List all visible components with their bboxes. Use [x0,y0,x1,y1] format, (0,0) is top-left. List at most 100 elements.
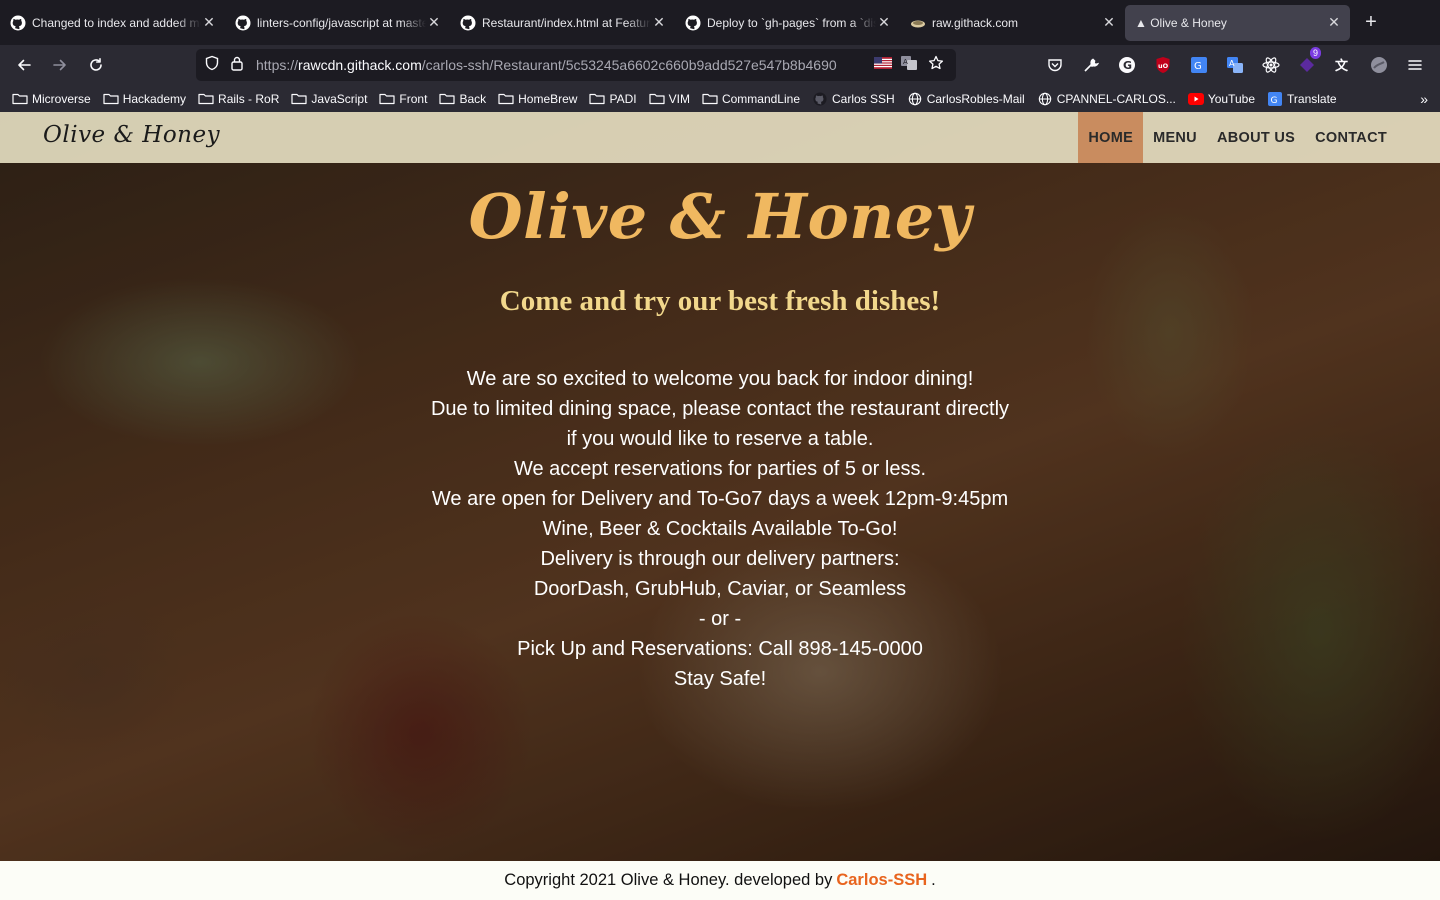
close-icon[interactable]: ✕ [876,14,892,31]
url-path: /carlos-ssh/Restaurant/5c53245a6602c660b… [421,57,837,73]
chevron-double-right-icon[interactable]: » [1420,91,1428,107]
svg-text:文: 文 [1335,58,1349,74]
star-icon[interactable] [928,55,944,76]
bookmark-folder[interactable]: Front [379,92,427,106]
folder-icon [439,92,456,106]
bookmark-folder[interactable]: Microverse [12,92,91,106]
close-icon[interactable]: ✕ [1101,14,1117,31]
author-link[interactable]: Carlos-SSH [836,871,927,890]
translator-icon[interactable]: A [1220,53,1250,77]
hero-content: Olive & Honey Come and try our best fres… [0,163,1440,694]
github-icon [235,15,251,31]
hero-subtitle: Come and try our best fresh dishes! [499,285,941,317]
nav-contact[interactable]: CONTACT [1305,112,1397,163]
hero-title: Olive & Honey [468,180,972,253]
bookmark-label: Translate [1287,91,1337,106]
react-devtools-icon[interactable] [1256,53,1286,77]
announcement-line: We accept reservations for parties of 5 … [513,458,927,480]
browser-tab[interactable]: Restaurant/index.html at Feature ✕ [450,5,675,41]
svg-text:A: A [903,58,908,66]
tab-title: raw.githack.com [932,15,1019,30]
new-tab-icon[interactable]: + [1356,8,1386,38]
nav-home[interactable]: HOME [1078,112,1144,163]
folder-icon [498,92,514,106]
bookmark-folder[interactable]: PADI [589,91,637,106]
bookmark-label: JavaScript [311,91,368,106]
nav-about-us[interactable]: ABOUT US [1207,112,1305,163]
close-icon[interactable]: ✕ [1326,14,1342,31]
tab-title: Restaurant/index.html at Feature [482,15,651,30]
close-icon[interactable]: ✕ [201,14,217,31]
bookmark-folder[interactable]: CommandLine [702,92,800,106]
profile-avatar-icon[interactable] [1364,53,1394,77]
hamburger-menu-icon[interactable] [1400,53,1430,77]
svg-text:uO: uO [1158,62,1169,70]
bookmark-link[interactable]: G Translate [1267,91,1337,106]
nav-menu[interactable]: MENU [1143,112,1207,163]
grammarly-icon[interactable]: G [1112,53,1142,77]
bookmark-link[interactable]: CarlosRobles-Mail [907,92,1025,106]
bookmark-label: CarlosRobles-Mail [926,91,1025,106]
site-logo[interactable]: Olive & Honey [43,122,220,148]
github-icon [812,91,828,106]
translate-icon: G [1267,91,1283,106]
pocket-icon[interactable] [1040,53,1070,77]
bookmark-label: CPANNEL-CARLOS... [1056,91,1176,106]
browser-tab[interactable]: Changed to index and added menu ✕ [0,5,225,41]
shield-icon[interactable] [204,55,220,76]
forward-arrow-icon[interactable] [45,50,75,80]
tab-title: Changed to index and added menu [32,15,201,30]
url-prefix: https:// [256,57,299,73]
github-icon [460,15,476,31]
close-icon[interactable]: ✕ [426,14,442,31]
extension-badge: 9 [1309,47,1321,59]
reload-icon[interactable] [81,50,111,80]
globe-icon [1037,92,1053,106]
google-translate-icon[interactable]: G [1184,53,1214,77]
bookmark-label: PADI [609,91,637,106]
github-icon [10,15,26,31]
svg-text:G: G [1123,59,1132,72]
tab-title: ▲ Olive & Honey [1135,15,1227,30]
youtube-icon [1187,92,1204,106]
dictionary-icon[interactable]: 文 [1328,53,1358,77]
tab-strip: Changed to index and added menu ✕ linter… [0,0,1440,45]
browser-tab[interactable]: raw.githack.com ✕ [900,5,1125,41]
folder-icon [649,92,665,106]
bookmarks-bar: Microverse Hackademy Rails - RoR JavaScr… [0,85,1440,112]
announcement-line: We are open for Delivery and To-Go7 days… [431,488,1009,510]
folder-icon [589,92,606,106]
browser-tab[interactable]: linters-config/javascript at master ✕ [225,5,450,41]
translate-page-icon[interactable]: A [900,55,918,76]
bookmark-folder[interactable]: HomeBrew [498,92,577,106]
address-bar[interactable]: https://rawcdn.githack.com/carlos-ssh/Re… [196,49,956,81]
bookmark-folder[interactable]: JavaScript [291,92,367,106]
svg-text:A: A [1229,59,1235,68]
close-icon[interactable]: ✕ [651,14,667,31]
bookmark-label: Hackademy [122,91,187,106]
bookmark-folder[interactable]: Rails - RoR [198,92,279,106]
bookmark-folder[interactable]: Hackademy [103,92,186,106]
flag-us-icon[interactable] [874,56,892,74]
lock-icon[interactable] [230,55,244,76]
tab-title: linters-config/javascript at master [257,15,426,30]
bookmark-link[interactable]: YouTube [1187,91,1256,106]
announcement-line: Due to limited dining space, please cont… [430,398,1010,420]
bookmark-label: YouTube [1207,91,1256,106]
ublock-icon[interactable]: uO [1148,53,1178,77]
browser-tab-active[interactable]: ▲ Olive & Honey ✕ [1125,4,1350,41]
back-arrow-icon[interactable] [9,50,39,80]
bookmark-link[interactable]: Carlos SSH [812,92,895,106]
bookmark-link[interactable]: CPANNEL-CARLOS... [1037,92,1176,106]
bookmark-folder[interactable]: Back [439,92,486,106]
bookmark-label: Carlos SSH [832,91,895,106]
browser-tab[interactable]: Deploy to `gh-pages` from a `dist` ✕ [675,5,900,41]
extension-badge-icon[interactable]: 9 [1292,47,1322,77]
bookmark-label: Microverse [32,91,91,106]
wrench-icon[interactable] [1076,53,1106,77]
github-icon [685,15,701,31]
url-text[interactable]: https://rawcdn.githack.com/carlos-ssh/Re… [256,57,868,73]
hero-announcement: We are so excited to welcome you back fo… [0,364,1440,694]
folder-icon [702,92,718,106]
bookmark-folder[interactable]: VIM [649,92,690,106]
